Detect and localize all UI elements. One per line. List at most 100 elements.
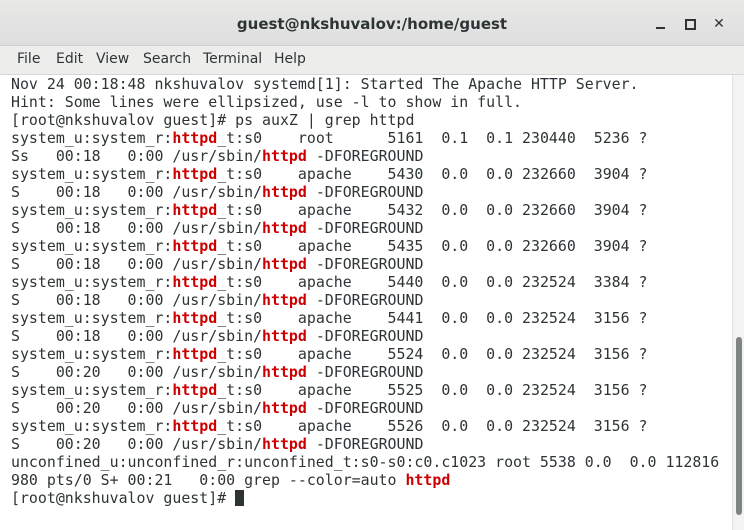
terminal-text: unconfined_u:unconfined_r:unconfined_t:s… bbox=[11, 453, 720, 471]
terminal-text: system_u:system_r: bbox=[11, 309, 173, 327]
terminal-text: S 00:18 0:00 /usr/sbin/ bbox=[11, 219, 263, 237]
terminal-text: -DFOREGROUND bbox=[306, 255, 424, 273]
grep-match-highlight: httpd bbox=[262, 399, 307, 417]
terminal-line: system_u:system_r:httpd_t:s0 apache 5525… bbox=[11, 381, 719, 399]
minimize-icon bbox=[656, 27, 665, 29]
terminal-line: system_u:system_r:httpd_t:s0 apache 5432… bbox=[11, 201, 719, 219]
close-icon: ✕ bbox=[713, 16, 725, 32]
grep-match-highlight: httpd bbox=[172, 273, 218, 291]
grep-match-highlight: httpd bbox=[172, 201, 218, 219]
terminal-text: system_u:system_r: bbox=[11, 273, 173, 291]
terminal-text: system_u:system_r: bbox=[11, 345, 173, 363]
terminal-text: -DFOREGROUND bbox=[306, 183, 424, 201]
menu-help[interactable]: Help bbox=[274, 51, 306, 67]
grep-match-highlight: httpd bbox=[172, 237, 218, 255]
terminal-text: S 00:20 0:00 /usr/sbin/ bbox=[11, 435, 263, 453]
terminal-text: S 00:18 0:00 /usr/sbin/ bbox=[11, 291, 263, 309]
title-bar[interactable]: guest@nkshuvalov:/home/guest ✕ bbox=[0, 0, 744, 46]
terminal-text: _t:s0 apache 5524 0.0 0.0 232524 3156 ? bbox=[217, 345, 648, 363]
terminal-line: system_u:system_r:httpd_t:s0 root 5161 0… bbox=[11, 129, 719, 147]
terminal-line: system_u:system_r:httpd_t:s0 apache 5440… bbox=[11, 273, 719, 291]
terminal-text: -DFOREGROUND bbox=[306, 435, 424, 453]
terminal-line: system_u:system_r:httpd_t:s0 apache 5430… bbox=[11, 165, 719, 183]
terminal-line: S 00:18 0:00 /usr/sbin/httpd -DFOREGROUN… bbox=[11, 219, 719, 237]
terminal-line: Ss 00:18 0:00 /usr/sbin/httpd -DFOREGROU… bbox=[11, 147, 719, 165]
grep-match-highlight: httpd bbox=[262, 255, 307, 273]
terminal-text: -DFOREGROUND bbox=[306, 327, 424, 345]
terminal-line: system_u:system_r:httpd_t:s0 apache 5526… bbox=[11, 417, 719, 435]
grep-match-highlight: httpd bbox=[405, 471, 451, 489]
menu-bar: File Edit View Search Terminal Help bbox=[0, 46, 744, 75]
terminal-line: S 00:20 0:00 /usr/sbin/httpd -DFOREGROUN… bbox=[11, 363, 719, 381]
terminal-text: [root@nkshuvalov guest]# bbox=[11, 489, 236, 507]
terminal-text: _t:s0 apache 5526 0.0 0.0 232524 3156 ? bbox=[217, 417, 648, 435]
terminal-output[interactable]: Nov 24 00:18:48 nkshuvalov systemd[1]: S… bbox=[0, 75, 732, 530]
grep-match-highlight: httpd bbox=[172, 165, 218, 183]
terminal-text: system_u:system_r: bbox=[11, 417, 173, 435]
terminal-text: -DFOREGROUND bbox=[306, 291, 424, 309]
terminal-text: Nov 24 00:18:48 nkshuvalov systemd[1]: S… bbox=[11, 75, 639, 93]
scrollbar-thumb[interactable] bbox=[736, 337, 742, 515]
terminal-text: -DFOREGROUND bbox=[306, 147, 424, 165]
menu-view[interactable]: View bbox=[96, 51, 129, 67]
terminal-line: system_u:system_r:httpd_t:s0 apache 5524… bbox=[11, 345, 719, 363]
grep-match-highlight: httpd bbox=[262, 219, 307, 237]
terminal-text: Ss 00:18 0:00 /usr/sbin/ bbox=[11, 147, 263, 165]
grep-match-highlight: httpd bbox=[262, 291, 307, 309]
grep-match-highlight: httpd bbox=[262, 183, 307, 201]
terminal-line: system_u:system_r:httpd_t:s0 apache 5441… bbox=[11, 309, 719, 327]
terminal-line: system_u:system_r:httpd_t:s0 apache 5435… bbox=[11, 237, 719, 255]
grep-match-highlight: httpd bbox=[262, 147, 307, 165]
terminal-line: 980 pts/0 S+ 00:21 0:00 grep --color=aut… bbox=[11, 471, 719, 489]
menu-search[interactable]: Search bbox=[143, 51, 191, 67]
window-title: guest@nkshuvalov:/home/guest bbox=[236, 15, 508, 33]
grep-match-highlight: httpd bbox=[262, 363, 307, 381]
menu-terminal[interactable]: Terminal bbox=[203, 51, 262, 67]
terminal-text: _t:s0 apache 5525 0.0 0.0 232524 3156 ? bbox=[217, 381, 648, 399]
grep-match-highlight: httpd bbox=[262, 435, 307, 453]
menu-file[interactable]: File bbox=[17, 51, 40, 67]
grep-match-highlight: httpd bbox=[172, 345, 218, 363]
terminal-line: S 00:20 0:00 /usr/sbin/httpd -DFOREGROUN… bbox=[11, 399, 719, 417]
terminal-text: system_u:system_r: bbox=[11, 129, 173, 147]
terminal-text: _t:s0 root 5161 0.1 0.1 230440 5236 ? bbox=[217, 129, 648, 147]
terminal-text: system_u:system_r: bbox=[11, 237, 173, 255]
terminal-cursor bbox=[235, 490, 245, 506]
terminal-text: _t:s0 apache 5435 0.0 0.0 232660 3904 ? bbox=[217, 237, 648, 255]
terminal-lines: Nov 24 00:18:48 nkshuvalov systemd[1]: S… bbox=[11, 75, 719, 507]
terminal-text: _t:s0 apache 5441 0.0 0.0 232524 3156 ? bbox=[217, 309, 648, 327]
grep-match-highlight: httpd bbox=[262, 327, 307, 345]
grep-match-highlight: httpd bbox=[172, 417, 218, 435]
grep-match-highlight: httpd bbox=[172, 129, 218, 147]
scrollbar[interactable] bbox=[732, 75, 744, 530]
terminal-line: Hint: Some lines were ellipsized, use -l… bbox=[11, 93, 719, 111]
terminal-line: S 00:18 0:00 /usr/sbin/httpd -DFOREGROUN… bbox=[11, 327, 719, 345]
grep-match-highlight: httpd bbox=[172, 381, 218, 399]
terminal-line: [root@nkshuvalov guest]# ps auxZ | grep … bbox=[11, 111, 719, 129]
terminal-text: [root@nkshuvalov guest]# ps auxZ | grep … bbox=[11, 111, 415, 129]
terminal-text: Hint: Some lines were ellipsized, use -l… bbox=[11, 93, 523, 111]
terminal-text: -DFOREGROUND bbox=[306, 219, 424, 237]
minimize-button[interactable] bbox=[651, 14, 671, 34]
close-button[interactable]: ✕ bbox=[709, 14, 729, 34]
terminal-line: [root@nkshuvalov guest]# bbox=[11, 489, 719, 507]
terminal-text: _t:s0 apache 5432 0.0 0.0 232660 3904 ? bbox=[217, 201, 648, 219]
terminal-text: -DFOREGROUND bbox=[306, 363, 424, 381]
terminal-text: S 00:18 0:00 /usr/sbin/ bbox=[11, 255, 263, 273]
terminal-text: S 00:18 0:00 /usr/sbin/ bbox=[11, 183, 263, 201]
terminal-text: S 00:20 0:00 /usr/sbin/ bbox=[11, 363, 263, 381]
terminal-text: system_u:system_r: bbox=[11, 381, 173, 399]
terminal-line: S 00:18 0:00 /usr/sbin/httpd -DFOREGROUN… bbox=[11, 183, 719, 201]
terminal-text: -DFOREGROUND bbox=[306, 399, 424, 417]
terminal-text: _t:s0 apache 5440 0.0 0.0 232524 3384 ? bbox=[217, 273, 648, 291]
grep-match-highlight: httpd bbox=[172, 309, 218, 327]
maximize-icon bbox=[685, 19, 696, 30]
terminal-text: 980 pts/0 S+ 00:21 0:00 grep --color=aut… bbox=[11, 471, 406, 489]
terminal-line: S 00:18 0:00 /usr/sbin/httpd -DFOREGROUN… bbox=[11, 255, 719, 273]
terminal-line: S 00:18 0:00 /usr/sbin/httpd -DFOREGROUN… bbox=[11, 291, 719, 309]
maximize-button[interactable] bbox=[680, 14, 700, 34]
terminal-line: Nov 24 00:18:48 nkshuvalov systemd[1]: S… bbox=[11, 75, 719, 93]
terminal-window: guest@nkshuvalov:/home/guest ✕ File Edit… bbox=[0, 0, 744, 530]
menu-edit[interactable]: Edit bbox=[56, 51, 83, 67]
terminal-text: _t:s0 apache 5430 0.0 0.0 232660 3904 ? bbox=[217, 165, 648, 183]
